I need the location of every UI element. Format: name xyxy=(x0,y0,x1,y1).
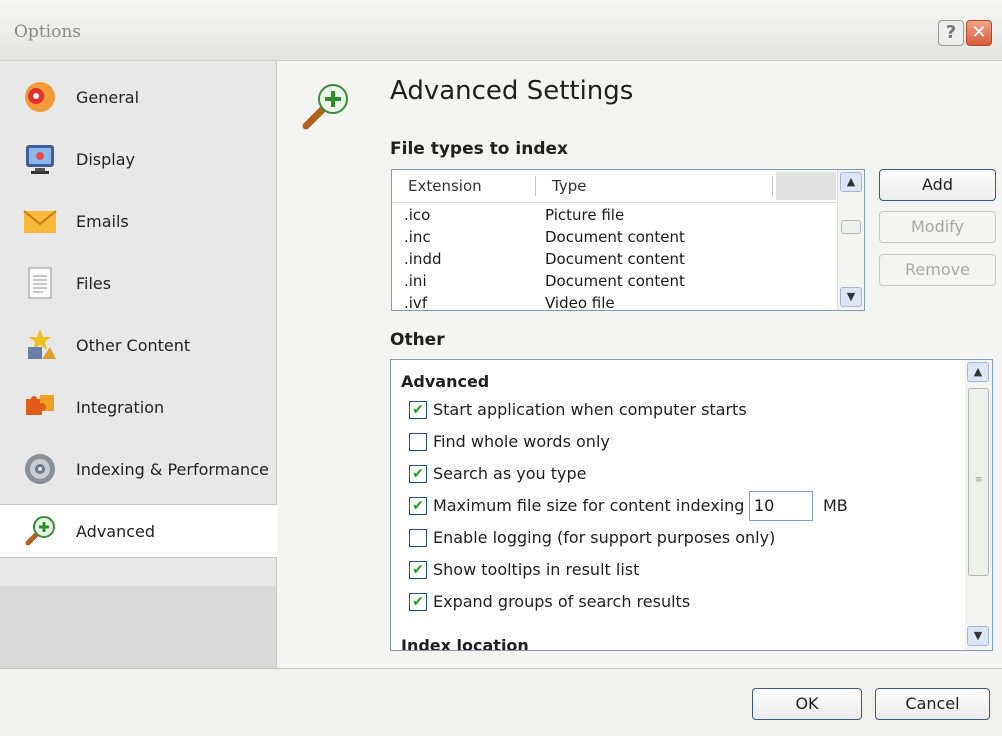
max-file-size-unit: MB xyxy=(823,496,848,515)
checkbox-checked[interactable]: ✔ xyxy=(409,465,427,483)
sidebar-item-label: Indexing & Performance xyxy=(76,460,269,479)
table-row[interactable]: .ico Picture file xyxy=(392,204,838,226)
scroll-thumb[interactable] xyxy=(841,220,861,234)
table-row[interactable]: .inc Document content xyxy=(392,226,838,248)
sidebar-item-label: Advanced xyxy=(76,522,156,541)
help-button[interactable]: ? xyxy=(938,20,964,46)
column-divider[interactable] xyxy=(535,176,536,196)
puzzle-icon xyxy=(22,389,58,425)
envelope-icon xyxy=(22,203,58,239)
sidebar: General Display Emails Files Other Conte… xyxy=(0,61,277,668)
file-list-scrollbar[interactable]: ▲ ▼ xyxy=(837,170,864,310)
option-label: Find whole words only xyxy=(433,432,610,451)
advanced-header-icon xyxy=(300,78,354,132)
scroll-grip: ≡ xyxy=(975,475,983,485)
window-title: Options xyxy=(14,22,81,42)
file-types-list[interactable]: Extension Type .ico Picture file .inc Do… xyxy=(391,169,865,311)
sidebar-item-files[interactable]: Files xyxy=(0,257,276,309)
sidebar-item-emails[interactable]: Emails xyxy=(0,195,276,247)
checkbox-checked[interactable]: ✔ xyxy=(409,497,427,515)
sidebar-item-label: Display xyxy=(76,150,135,169)
list-header: Extension Type xyxy=(392,170,838,203)
sidebar-item-indexing-performance[interactable]: Indexing & Performance xyxy=(0,443,276,495)
sidebar-empty-area xyxy=(0,586,276,668)
modify-button[interactable]: Modify xyxy=(879,211,996,243)
checkbox-unchecked[interactable] xyxy=(409,433,427,451)
file-types-heading: File types to index xyxy=(390,139,568,159)
cancel-button[interactable]: Cancel xyxy=(875,688,990,720)
sidebar-item-display[interactable]: Display xyxy=(0,133,276,185)
checkbox-checked[interactable]: ✔ xyxy=(409,401,427,419)
title-bar: Options ? ✕ xyxy=(0,0,1002,61)
option-label: Search as you type xyxy=(433,464,587,483)
table-row[interactable]: .ivf Video file xyxy=(392,292,838,310)
checkbox-checked[interactable]: ✔ xyxy=(409,593,427,611)
ok-button[interactable]: OK xyxy=(752,688,862,720)
column-header-empty xyxy=(776,172,836,200)
options-dialog: Options ? ✕ General Display Emails Files… xyxy=(0,0,1002,736)
sidebar-item-label: Integration xyxy=(76,398,165,417)
max-file-size-input[interactable]: 10 xyxy=(749,491,813,521)
sidebar-item-label: Emails xyxy=(76,212,129,231)
option-label: Expand groups of search results xyxy=(433,592,691,611)
magnifier-plus-icon xyxy=(22,513,58,549)
table-row[interactable]: .indd Document content xyxy=(392,248,838,270)
scroll-thumb[interactable]: ≡ xyxy=(968,388,989,576)
group-index-location-heading: Index location xyxy=(401,636,529,651)
option-label: Start application when computer starts xyxy=(433,400,747,419)
option-label: Show tooltips in result list xyxy=(433,560,640,579)
other-options-panel: Advanced ✔ Start application when comput… xyxy=(390,359,993,651)
group-advanced-heading: Advanced xyxy=(401,372,490,391)
close-button[interactable]: ✕ xyxy=(966,20,992,46)
sidebar-item-other-content[interactable]: Other Content xyxy=(0,319,276,371)
sidebar-item-label: Files xyxy=(76,274,112,293)
scroll-up-button[interactable]: ▲ xyxy=(967,362,989,382)
document-icon xyxy=(22,265,58,301)
column-divider[interactable] xyxy=(772,176,773,196)
sidebar-item-label: Other Content xyxy=(76,336,191,355)
scroll-down-button[interactable]: ▼ xyxy=(840,287,862,307)
scroll-up-button[interactable]: ▲ xyxy=(840,172,862,192)
monitor-icon xyxy=(22,141,58,177)
page-title: Advanced Settings xyxy=(390,76,634,106)
option-label: Enable logging (for support purposes onl… xyxy=(433,528,776,547)
sidebar-item-general[interactable]: General xyxy=(0,71,276,123)
add-button[interactable]: Add xyxy=(879,169,996,201)
option-label: Maximum file size for content indexing xyxy=(433,496,745,515)
checkbox-unchecked[interactable] xyxy=(409,529,427,547)
other-options-scrollbar[interactable]: ▲ ≡ ▼ xyxy=(965,360,992,650)
sidebar-item-integration[interactable]: Integration xyxy=(0,381,276,433)
column-header-extension[interactable]: Extension xyxy=(408,177,482,195)
remove-button[interactable]: Remove xyxy=(879,254,996,286)
sidebar-item-label: General xyxy=(76,88,140,107)
other-heading: Other xyxy=(390,330,445,350)
gear-icon xyxy=(22,451,58,487)
scroll-down-button[interactable]: ▼ xyxy=(967,626,989,646)
general-settings-icon xyxy=(22,79,58,115)
column-header-type[interactable]: Type xyxy=(552,177,586,195)
sidebar-item-advanced[interactable]: Advanced xyxy=(0,504,277,558)
table-row[interactable]: .ini Document content xyxy=(392,270,838,292)
other-content-icon xyxy=(22,327,58,363)
checkbox-checked[interactable]: ✔ xyxy=(409,561,427,579)
